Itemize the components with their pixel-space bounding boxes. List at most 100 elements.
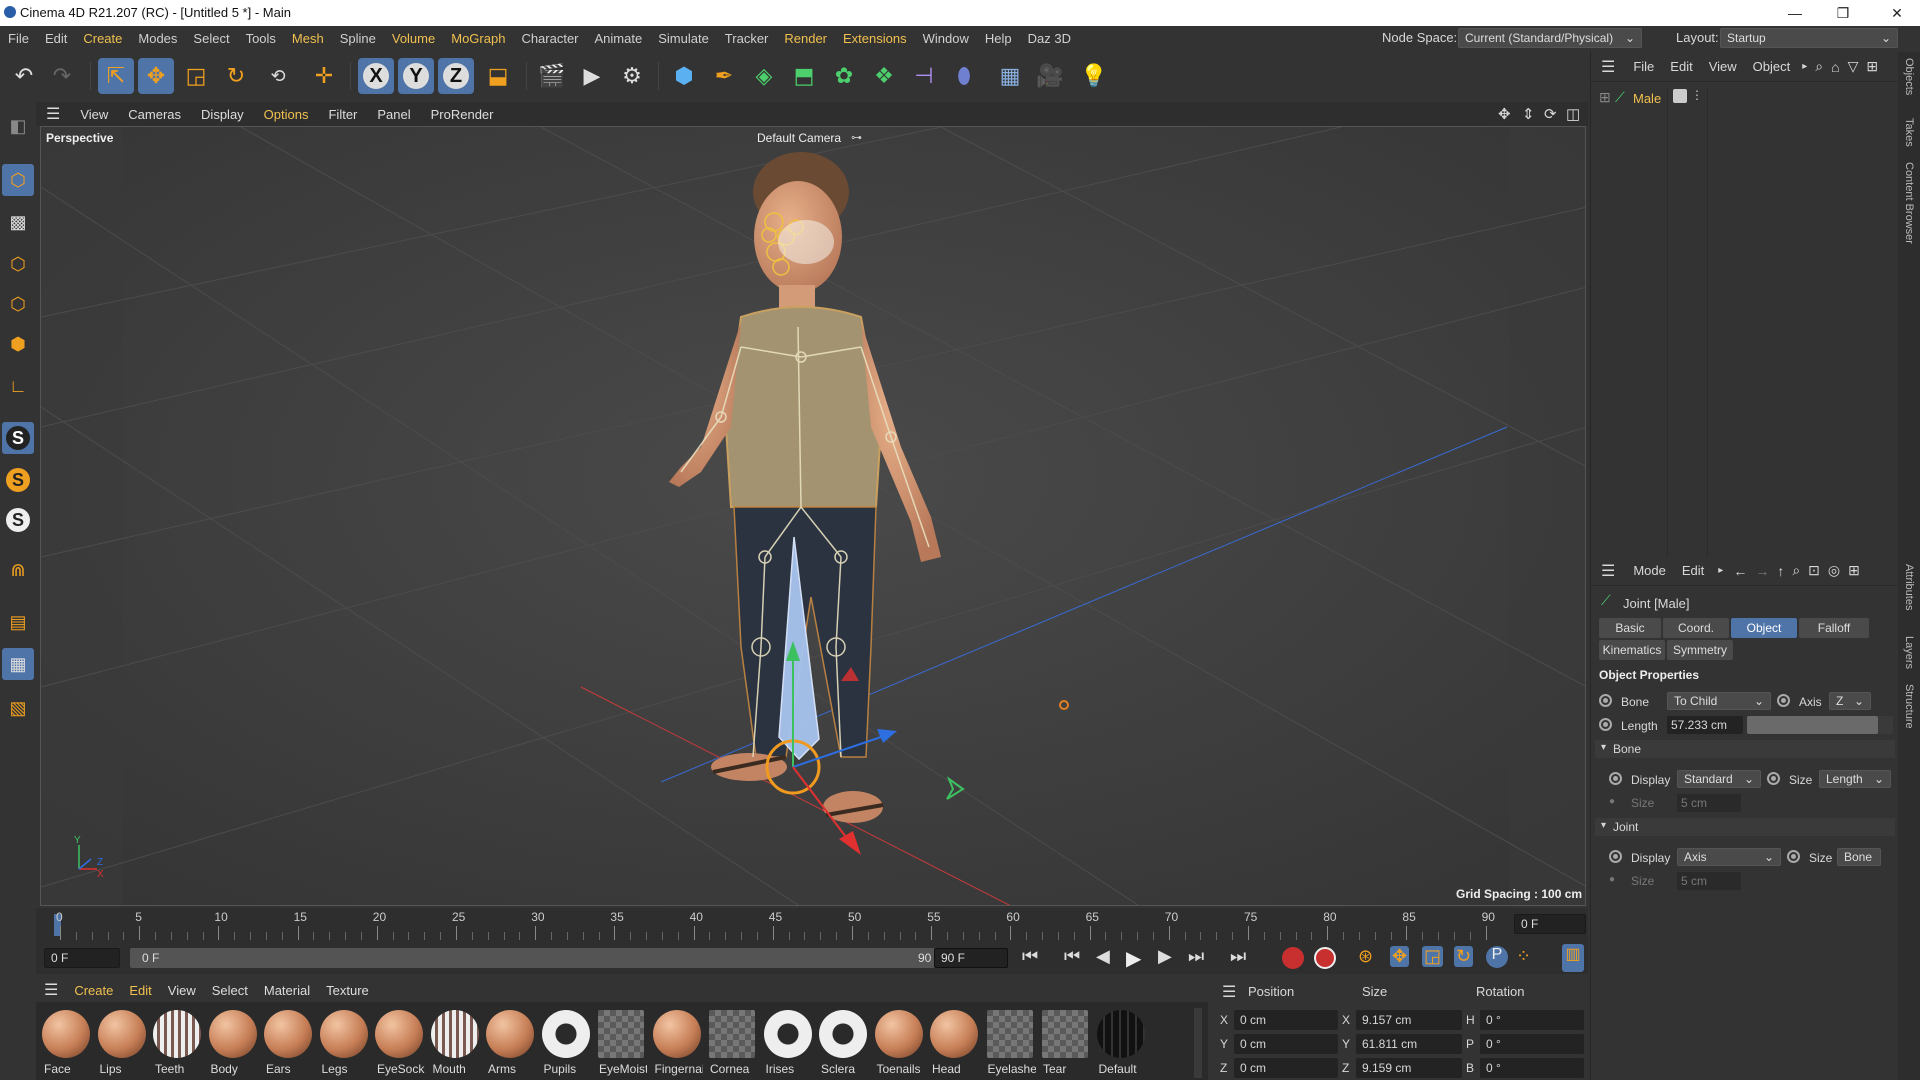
viewport-menu-prorender[interactable]: ProRender [421, 107, 504, 122]
extrude-button[interactable]: ⬒ [786, 58, 822, 94]
hamburger-icon[interactable]: ☰ [1591, 561, 1625, 581]
search-icon[interactable]: ⌕ [1811, 58, 1827, 75]
camera-link-icon[interactable]: ⊶ [851, 131, 862, 144]
material-swatch[interactable]: Default [1095, 1008, 1147, 1078]
solo-button[interactable]: S [2, 422, 34, 454]
home-icon[interactable]: ⌂ [1827, 59, 1843, 75]
length-slider[interactable] [1747, 716, 1893, 734]
bone-size-select[interactable]: Length ⌄ [1819, 770, 1891, 788]
side-tab-layers[interactable]: Layers [1903, 636, 1915, 669]
axis-animate-radio[interactable] [1777, 694, 1790, 707]
pen-button[interactable]: ✒ [706, 58, 742, 94]
next-frame-button[interactable]: ▶ [1158, 946, 1172, 967]
size-field[interactable]: 9.159 cm [1356, 1058, 1462, 1078]
hamburger-icon[interactable]: ☰ [36, 104, 70, 124]
size-field[interactable]: 9.157 cm [1356, 1010, 1462, 1030]
bone-select[interactable]: To Child ⌄ [1667, 692, 1771, 710]
menu-render[interactable]: Render [776, 31, 835, 46]
material-menu-create[interactable]: Create [66, 983, 121, 998]
material-swatch[interactable]: Cornea [706, 1008, 758, 1078]
toggle-view-icon[interactable]: ◫ [1566, 105, 1580, 123]
locked-workplane-button[interactable]: ▦ [2, 648, 34, 680]
menu-create[interactable]: Create [75, 31, 130, 46]
hamburger-icon[interactable]: ☰ [36, 980, 66, 1000]
edges-mode-button[interactable]: ⬡ [2, 288, 34, 320]
bone-display-select[interactable]: Standard ⌄ [1677, 770, 1761, 788]
viewport-menu-options[interactable]: Options [254, 107, 319, 122]
current-frame-field[interactable]: 0 F [1514, 914, 1586, 934]
key-position-button[interactable]: ✥ [1390, 946, 1410, 967]
bone-animate-radio[interactable] [1599, 694, 1612, 707]
object-row-male[interactable]: ⊞ ⟋ Male ⋮ [1591, 88, 1899, 108]
side-tab-objects[interactable]: Objects [1903, 58, 1915, 95]
material-swatch[interactable]: Teeth [151, 1008, 203, 1078]
menu-select[interactable]: Select [185, 31, 237, 46]
menu-tools[interactable]: Tools [238, 31, 284, 46]
transform-button[interactable]: ✛ [306, 58, 342, 94]
key-pla-button[interactable]: ⁘ [1516, 946, 1531, 967]
material-swatch[interactable]: Mouth [429, 1008, 481, 1078]
menu-animate[interactable]: Animate [587, 31, 651, 46]
redo-button[interactable]: ↷ [44, 58, 80, 94]
menu-tracker[interactable]: Tracker [717, 31, 777, 46]
end-frame-field[interactable]: 90 F [934, 948, 1008, 968]
menu-character[interactable]: Character [513, 31, 586, 46]
texture-mode-button[interactable]: ▩ [2, 206, 34, 238]
axis-select[interactable]: Z ⌄ [1829, 692, 1871, 710]
coordinate-system-button[interactable]: ⬓ [480, 58, 516, 94]
menu-file[interactable]: File [0, 31, 37, 46]
object-menu-view[interactable]: View [1701, 59, 1745, 74]
autokey-button[interactable] [1314, 947, 1336, 969]
move-button[interactable]: ✥ [138, 58, 174, 94]
planar-workplane-button[interactable]: ▧ [2, 692, 34, 724]
key-rotation-button[interactable]: ↻ [1454, 946, 1474, 967]
play-button[interactable]: ▶ [1126, 946, 1141, 971]
menu-edit[interactable]: Edit [37, 31, 75, 46]
dolly-view-icon[interactable]: ⇕ [1522, 105, 1535, 123]
menu-daz3d[interactable]: Daz 3D [1020, 31, 1079, 46]
menu-extensions[interactable]: Extensions [835, 31, 915, 46]
axis-mode-button[interactable]: ∟ [2, 370, 34, 402]
render-picture-viewer-button[interactable]: ▶ [574, 58, 610, 94]
minimize-button[interactable]: — [1772, 0, 1818, 26]
menu-volume[interactable]: Volume [384, 31, 443, 46]
material-swatch[interactable]: EyeMoisture [595, 1008, 647, 1078]
timeline-window-button[interactable]: ▥ [1562, 944, 1584, 972]
range-slider[interactable]: 0 F 90 F [130, 948, 950, 968]
recent-tools-button[interactable]: ⟲ [260, 58, 296, 94]
viewport-menu-view[interactable]: View [70, 107, 118, 122]
subdivision-button[interactable]: ◈ [746, 58, 782, 94]
collapse-arrow-icon[interactable]: ▾ [1601, 742, 1606, 753]
object-menu-file[interactable]: File [1625, 59, 1662, 74]
record-button[interactable] [1282, 947, 1304, 969]
material-swatch[interactable]: Lips [96, 1008, 148, 1078]
menu-modes[interactable]: Modes [130, 31, 185, 46]
snap-button[interactable]: ⋒ [2, 554, 34, 586]
make-editable-button[interactable]: ◧ [2, 110, 34, 142]
previous-key-button[interactable]: ⏮ [1064, 946, 1080, 967]
material-swatch[interactable]: Pupils [540, 1008, 592, 1078]
up-arrow-icon[interactable]: ↑ [1773, 563, 1788, 579]
tab-coord[interactable]: Coord. [1663, 618, 1729, 638]
joint-display-select[interactable]: Axis ⌄ [1677, 848, 1781, 866]
material-swatch[interactable]: Legs [318, 1008, 370, 1078]
cube-button[interactable]: ⬢ [666, 58, 702, 94]
bone-size-animate-radio[interactable] [1767, 772, 1780, 785]
material-swatch[interactable]: Face [40, 1008, 92, 1078]
add-icon[interactable]: ⊞ [1862, 58, 1882, 75]
viewport-menu-panel[interactable]: Panel [367, 107, 420, 122]
polygons-mode-button[interactable]: ⬢ [2, 328, 34, 360]
floor-button[interactable]: ▦ [992, 58, 1028, 94]
search-icon[interactable]: ⌕ [1788, 562, 1804, 579]
z-axis-lock-button[interactable]: Z [438, 58, 474, 94]
material-swatch[interactable]: Irises [762, 1008, 814, 1078]
rotate-button[interactable]: ↻ [218, 58, 254, 94]
hamburger-icon[interactable]: ☰ [1591, 57, 1625, 77]
points-mode-button[interactable]: ⬡ [2, 248, 34, 280]
material-menu-view[interactable]: View [160, 983, 204, 998]
pan-view-icon[interactable]: ✥ [1498, 105, 1511, 123]
back-arrow-icon[interactable]: ← [1729, 563, 1751, 579]
material-menu-material[interactable]: Material [256, 983, 318, 998]
key-parameter-button[interactable]: P [1486, 946, 1508, 968]
collapse-arrow-icon[interactable]: ▾ [1601, 820, 1606, 831]
